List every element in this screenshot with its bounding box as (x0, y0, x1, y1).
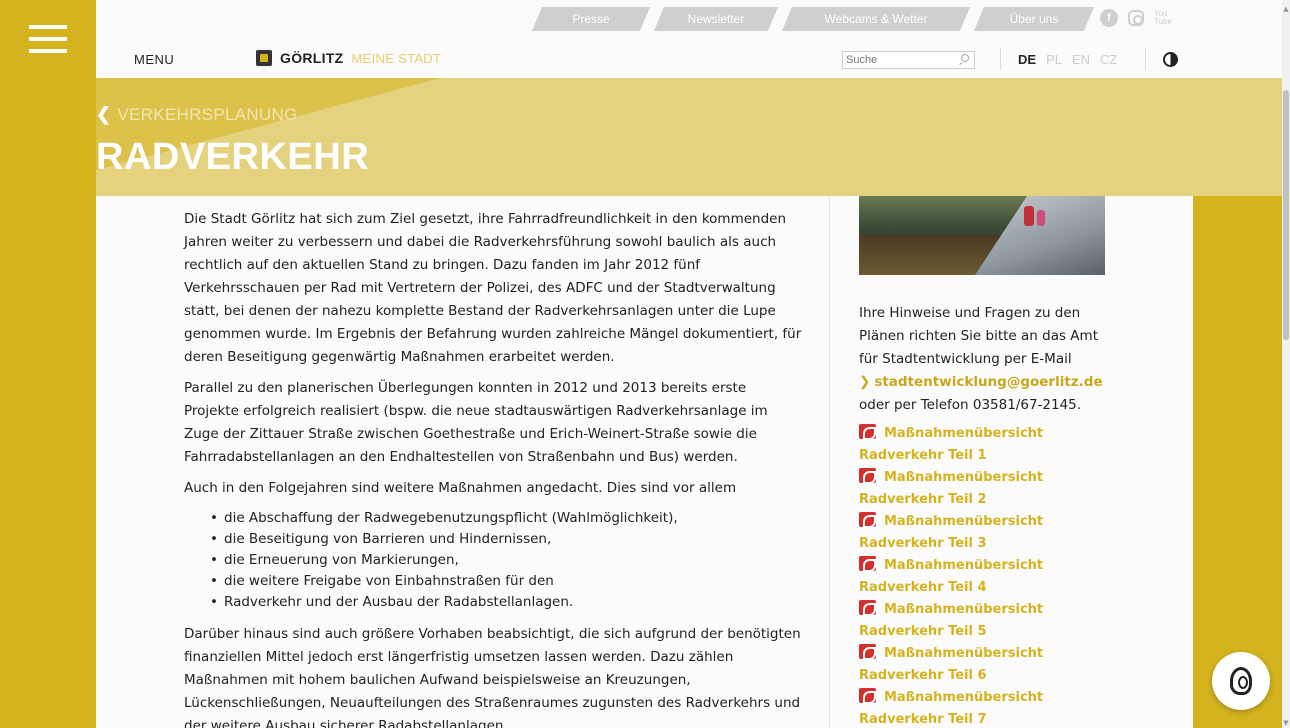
scroll-up-icon[interactable]: ▲ (1282, 4, 1290, 14)
chevron-right-icon: ❯ (859, 374, 871, 390)
document-list: Maßnahmenübersicht Radverkehr Teil 1 Maßn… (859, 423, 1109, 728)
menu-label[interactable]: MENU (134, 52, 174, 67)
doc-subtitle: Radverkehr Teil 3 (859, 536, 987, 551)
divider (1145, 48, 1146, 70)
doc-title: Maßnahmenübersicht (884, 470, 1044, 485)
lang-de[interactable]: DE (1018, 52, 1036, 67)
site-logo[interactable]: GÖRLITZ MEINE STADT (256, 50, 441, 66)
doc-subtitle: Radverkehr Teil 6 (859, 668, 987, 683)
doc-title: Maßnahmenübersicht (884, 514, 1044, 529)
breadcrumb-back-link[interactable]: ❮ VERKEHRSPLANUNG (96, 104, 298, 125)
scroll-down-icon[interactable]: ▼ (1282, 718, 1290, 728)
doc-title: Maßnahmenübersicht (884, 690, 1044, 705)
lang-cz[interactable]: CZ (1100, 52, 1117, 67)
breadcrumb-label: VERKEHRSPLANUNG (117, 104, 298, 124)
doc-title: Maßnahmenübersicht (884, 602, 1044, 617)
main-content: Die Stadt Görlitz hat sich zum Ziel gese… (184, 208, 804, 728)
doc-subtitle: Radverkehr Teil 1 (859, 448, 987, 463)
left-gold-band (0, 196, 96, 728)
paragraph-2: Parallel zu den planerischen Überlegunge… (184, 380, 768, 465)
photo-cyclist (1037, 210, 1045, 226)
pdf-link-2[interactable]: Maßnahmenübersicht Radverkehr Teil 2 (859, 467, 1109, 511)
doc-subtitle: Radverkehr Teil 7 (859, 712, 987, 727)
doc-subtitle: Radverkehr Teil 5 (859, 624, 987, 639)
pdf-icon (859, 556, 876, 572)
doc-subtitle: Radverkehr Teil 4 (859, 580, 987, 595)
pdf-icon (859, 600, 876, 616)
bridge-photo (859, 196, 1105, 275)
facebook-icon[interactable]: f (1100, 9, 1118, 27)
social-links: f You Tube (1100, 9, 1172, 27)
pdf-link-1[interactable]: Maßnahmenübersicht Radverkehr Teil 1 (859, 423, 1109, 467)
paragraph-1: Die Stadt Görlitz hat sich zum Ziel gese… (184, 211, 802, 365)
youtube-icon[interactable]: You Tube (1154, 9, 1172, 27)
list-item: die Beseitigung von Barrieren und Hinder… (210, 529, 804, 550)
instagram-icon[interactable] (1128, 10, 1144, 26)
vertical-scrollbar[interactable]: ▲ ▼ (1282, 0, 1290, 728)
list-item: Radverkehr und der Ausbau der Radabstell… (210, 592, 804, 613)
list-item: die Abschaffung der Radwegebenutzungspfl… (210, 508, 804, 529)
page-title: RADVERKEHR (96, 136, 370, 178)
tab-ueber-uns[interactable]: Über uns (974, 7, 1094, 31)
hamburger-icon (29, 25, 67, 53)
logo-name: GÖRLITZ (280, 50, 344, 66)
paragraph-4: Darüber hinaus sind auch größere Vorhabe… (184, 626, 801, 728)
divider (1000, 48, 1001, 70)
right-gold-band (1193, 196, 1282, 728)
measures-list: die Abschaffung der Radwegebenutzungspfl… (210, 508, 804, 613)
pdf-link-6[interactable]: Maßnahmenübersicht Radverkehr Teil 6 (859, 643, 1109, 687)
list-item: die weitere Freigabe von Einbahnstraßen … (210, 571, 804, 592)
pdf-icon (859, 468, 876, 484)
paragraph-3: Auch in den Folgejahren sind weitere Maß… (184, 480, 737, 496)
list-item: die Erneuerung von Markierungen, (210, 550, 804, 571)
accessibility-button[interactable] (1212, 652, 1270, 710)
doc-subtitle: Radverkehr Teil 2 (859, 492, 987, 507)
pdf-icon (859, 512, 876, 528)
doc-title: Maßnahmenübersicht (884, 646, 1044, 661)
pdf-link-7[interactable]: Maßnahmenübersicht Radverkehr Teil 7 (859, 687, 1109, 728)
pdf-icon (859, 688, 876, 704)
top-nav: Presse Newsletter Webcams & Wetter Über … (532, 7, 1098, 31)
pdf-link-5[interactable]: Maßnahmenübersicht Radverkehr Teil 5 (859, 599, 1109, 643)
pdf-link-3[interactable]: Maßnahmenübersicht Radverkehr Teil 3 (859, 511, 1109, 555)
search-icon[interactable] (958, 54, 970, 66)
contact-text: Ihre Hinweise und Fragen zu den Plänen r… (859, 305, 1098, 367)
hero-left-band (0, 78, 96, 196)
email-link[interactable]: ❯ stadtentwicklung@goerlitz.de (859, 371, 1109, 394)
column-divider (829, 196, 830, 728)
coat-of-arms-icon (256, 50, 272, 66)
tab-webcams-wetter[interactable]: Webcams & Wetter (782, 7, 970, 31)
contact-box: Ihre Hinweise und Fragen zu den Plänen r… (859, 302, 1109, 417)
menu-button[interactable] (0, 0, 96, 78)
pdf-link-4[interactable]: Maßnahmenübersicht Radverkehr Teil 4 (859, 555, 1109, 599)
phone-text: oder per Telefon 03581/67-2145. (859, 397, 1082, 413)
chevron-left-icon: ❮ (96, 104, 112, 124)
pdf-icon (859, 644, 876, 660)
pdf-icon (859, 424, 876, 440)
doc-title: Maßnahmenübersicht (884, 426, 1044, 441)
search-input[interactable] (843, 54, 953, 66)
email-address: stadtentwicklung@goerlitz.de (874, 374, 1103, 390)
logo-subtitle: MEINE STADT (351, 50, 442, 66)
lang-en[interactable]: EN (1072, 52, 1090, 67)
search-box (842, 51, 975, 69)
tab-newsletter[interactable]: Newsletter (654, 7, 778, 31)
language-switcher: DE PL EN CZ (1018, 52, 1117, 67)
tab-presse[interactable]: Presse (532, 7, 650, 31)
contrast-toggle-icon[interactable] (1163, 52, 1178, 67)
scrollbar-thumb[interactable] (1283, 90, 1289, 340)
lang-pl[interactable]: PL (1046, 52, 1062, 67)
hearing-icon (1230, 667, 1252, 695)
photo-cyclist (1024, 206, 1034, 226)
doc-title: Maßnahmenübersicht (884, 558, 1044, 573)
